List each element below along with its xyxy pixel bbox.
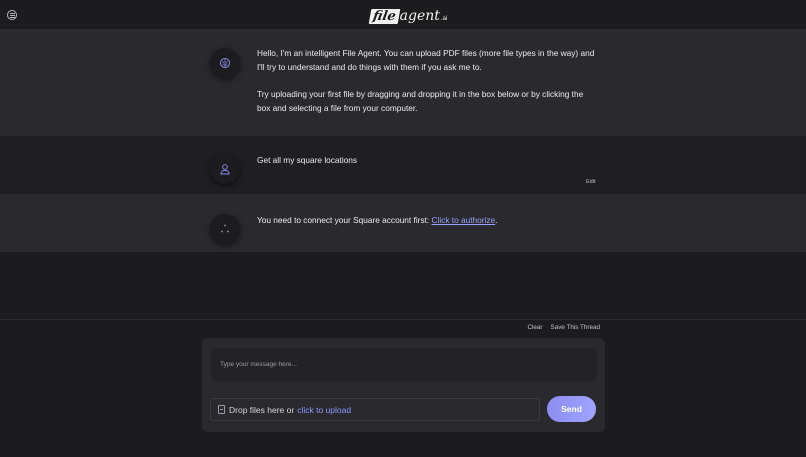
thread-actions: Clear Save This Thread	[527, 324, 600, 331]
menu-circle-icon[interactable]	[7, 10, 17, 20]
user-message-text: Get all my square locations	[257, 155, 358, 165]
assistant-avatar	[210, 214, 240, 244]
loading-dots-icon	[221, 224, 229, 233]
brain-icon	[219, 57, 231, 69]
user-avatar	[210, 154, 240, 184]
send-button[interactable]: Send	[547, 396, 596, 422]
logo-file-part: file	[368, 9, 400, 24]
top-bar: file agent .ai	[0, 0, 806, 29]
message-input[interactable]	[211, 348, 597, 381]
chat-message-user: Get all my square locations Edit	[0, 136, 806, 195]
assistant-message-text: Hello, I'm an intelligent File Agent. Yo…	[257, 47, 597, 116]
dropzone-text: Drop files here or	[229, 404, 295, 415]
reply-text-after: .	[495, 215, 498, 225]
clear-button[interactable]: Clear	[527, 324, 542, 331]
file-dropzone[interactable]: Drop files here or click to upload	[210, 398, 540, 421]
assistant-avatar	[210, 48, 240, 78]
divider	[0, 319, 806, 320]
user-icon	[220, 164, 230, 175]
composer-panel: Drop files here or click to upload Send	[202, 338, 605, 432]
logo[interactable]: file agent .ai	[368, 6, 448, 24]
chat-message-assistant-reply: You need to connect your Square account …	[0, 195, 806, 252]
click-to-upload-link[interactable]: click to upload	[297, 405, 351, 415]
logo-ai-part: .ai	[440, 16, 448, 22]
message-paragraph: Try uploading your first file by draggin…	[257, 89, 584, 113]
message-paragraph: Hello, I'm an intelligent File Agent. Yo…	[257, 48, 595, 72]
file-icon	[218, 405, 225, 414]
edit-message-button[interactable]: Edit	[586, 179, 595, 185]
reply-text-before: You need to connect your Square account …	[257, 215, 432, 225]
chat-message-assistant-greeting: Hello, I'm an intelligent File Agent. Yo…	[0, 29, 806, 136]
save-thread-button[interactable]: Save This Thread	[551, 324, 600, 331]
authorize-link[interactable]: Click to authorize	[432, 215, 496, 225]
assistant-reply-text: You need to connect your Square account …	[257, 214, 597, 228]
logo-agent-part: agent	[399, 8, 440, 24]
